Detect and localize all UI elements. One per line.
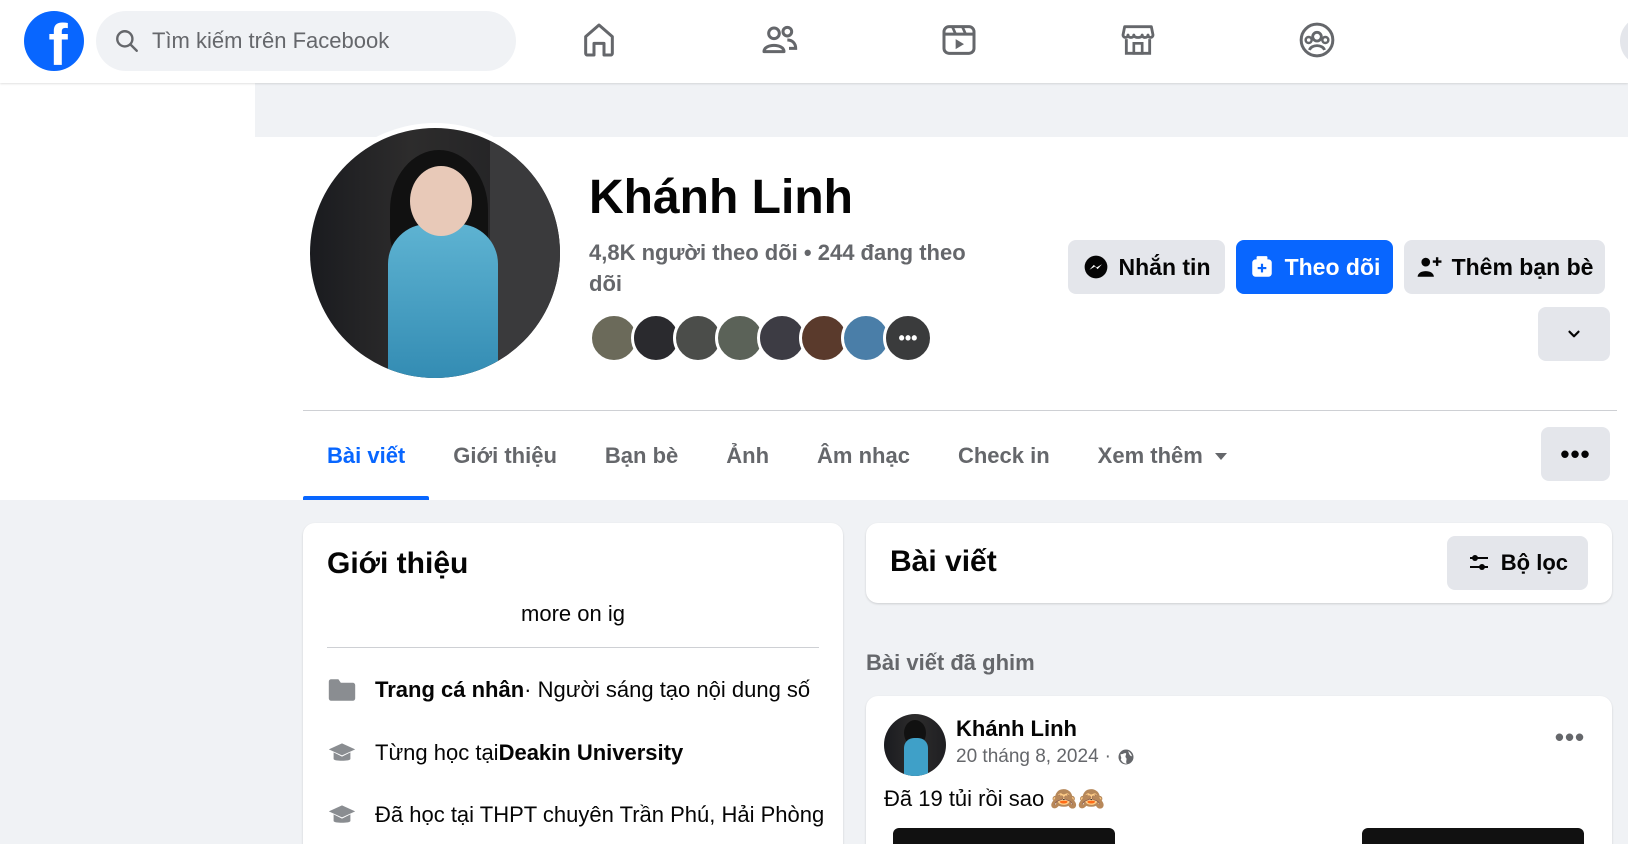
post-image[interactable] [1362, 828, 1584, 844]
follow-button[interactable]: Theo dõi [1236, 240, 1393, 294]
intro-high-school: Đã học tại THPT chuyên Trần Phú, Hải Phò… [327, 802, 824, 828]
message-button[interactable]: Nhắn tin [1068, 240, 1225, 294]
intro-bio: more on ig [521, 601, 625, 626]
tab-posts[interactable]: Bài viết [303, 412, 430, 500]
home-icon[interactable] [577, 18, 621, 62]
globe-icon [1118, 749, 1134, 765]
add-friend-icon [1417, 257, 1442, 277]
more-friends-button[interactable]: ••• [883, 313, 933, 363]
post-author-avatar[interactable] [884, 714, 946, 776]
intro-page-type: Trang cá nhân · Người sáng tạo nội dung … [327, 677, 810, 703]
follow-icon [1251, 256, 1272, 277]
search-box[interactable] [96, 11, 516, 71]
friends-icon[interactable] [757, 18, 801, 62]
post-image[interactable] [893, 828, 1115, 844]
mutual-friends-avatars: ••• [589, 313, 933, 363]
post-options-button[interactable]: ••• [1550, 722, 1590, 752]
tab-about[interactable]: Giới thiệu [429, 412, 581, 500]
pinned-posts-label: Bài viết đã ghim [866, 650, 1035, 675]
post-card: Khánh Linh 20 tháng 8, 2024 · ••• Đã 19 … [866, 696, 1612, 844]
caret-down-icon [1214, 452, 1227, 460]
ellipsis-icon: ••• [1560, 438, 1591, 469]
posts-header-card: Bài viết Bộ lọc [866, 523, 1612, 603]
chevron-down-icon [1568, 330, 1580, 338]
marketplace-icon[interactable] [1116, 18, 1160, 62]
profile-options-button[interactable]: ••• [1541, 427, 1610, 481]
profile-tabs: Bài viết Giới thiệu Bạn bè Ảnh Âm nhạc C… [303, 412, 1251, 500]
follower-stats[interactable]: 4,8K người theo dõi • 244 đang theo dõi [589, 237, 989, 299]
intro-title: Giới thiệu [327, 547, 469, 580]
posts-title: Bài viết [890, 545, 997, 578]
header-divider [303, 410, 1617, 411]
university-link[interactable]: Deakin University [499, 740, 684, 766]
tab-photos[interactable]: Ảnh [702, 412, 793, 500]
tab-more[interactable]: Xem thêm [1074, 412, 1251, 500]
post-author-name[interactable]: Khánh Linh [956, 716, 1077, 742]
ellipsis-icon: ••• [898, 327, 918, 348]
education-icon [327, 802, 357, 828]
top-navigation-bar: f [0, 0, 1628, 83]
facebook-logo[interactable]: f [24, 11, 84, 71]
messenger-icon [1084, 255, 1107, 279]
post-meta: 20 tháng 8, 2024 · [956, 746, 1135, 768]
groups-icon[interactable] [1295, 18, 1339, 62]
search-icon [116, 30, 138, 52]
education-icon [327, 740, 357, 766]
account-menu-button[interactable] [1620, 16, 1628, 66]
filter-button[interactable]: Bộ lọc [1446, 536, 1588, 590]
intro-university: Từng học tại Deakin University [327, 740, 683, 766]
profile-picture[interactable] [305, 123, 565, 383]
search-input[interactable] [152, 28, 492, 54]
more-actions-dropdown[interactable] [1538, 307, 1610, 361]
tab-music[interactable]: Âm nhạc [793, 412, 934, 500]
page-icon [327, 677, 357, 703]
profile-name: Khánh Linh [589, 171, 853, 224]
post-text: Đã 19 tủi rồi sao 🙈🙈 [884, 786, 1106, 811]
video-icon[interactable] [937, 18, 981, 62]
tab-friends[interactable]: Bạn bè [581, 412, 702, 500]
add-friend-button[interactable]: Thêm bạn bè [1404, 240, 1605, 294]
tab-check-in[interactable]: Check in [934, 412, 1074, 500]
filter-icon [1469, 555, 1488, 570]
post-date[interactable]: 20 tháng 8, 2024 [956, 746, 1099, 768]
intro-card: Giới thiệu more on ig Trang cá nhân · Ng… [303, 523, 843, 844]
intro-divider [327, 647, 819, 648]
